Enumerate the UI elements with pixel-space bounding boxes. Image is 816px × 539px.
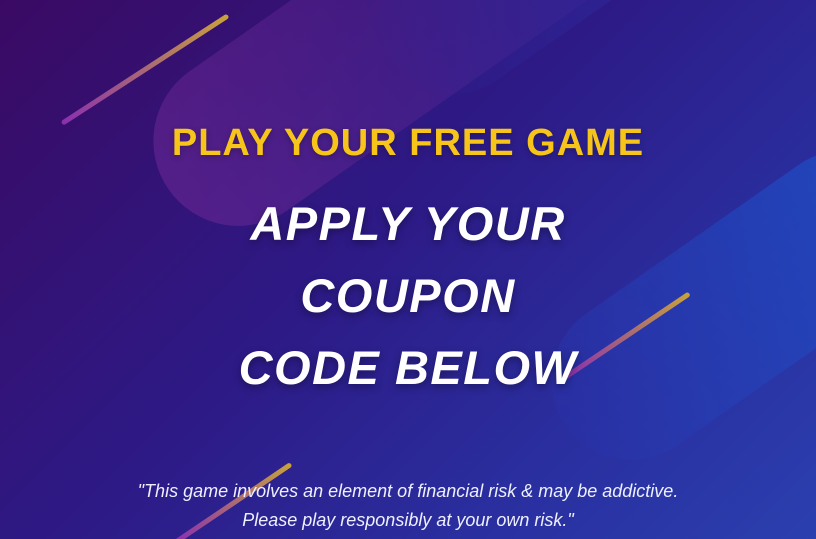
promo-title-line: COUPON	[300, 269, 516, 322]
disclaimer-line: "This game involves an element of financ…	[137, 481, 679, 501]
risk-disclaimer: "This game involves an element of financ…	[0, 477, 816, 535]
promo-title-line: CODE BELOW	[238, 341, 578, 394]
promo-content: PLAY YOUR FREE GAME APPLY YOUR COUPON CO…	[0, 0, 816, 539]
promo-title-line: APPLY YOUR	[250, 197, 566, 250]
disclaimer-line: Please play responsibly at your own risk…	[242, 510, 574, 530]
promo-subtitle: PLAY YOUR FREE GAME	[171, 122, 645, 164]
